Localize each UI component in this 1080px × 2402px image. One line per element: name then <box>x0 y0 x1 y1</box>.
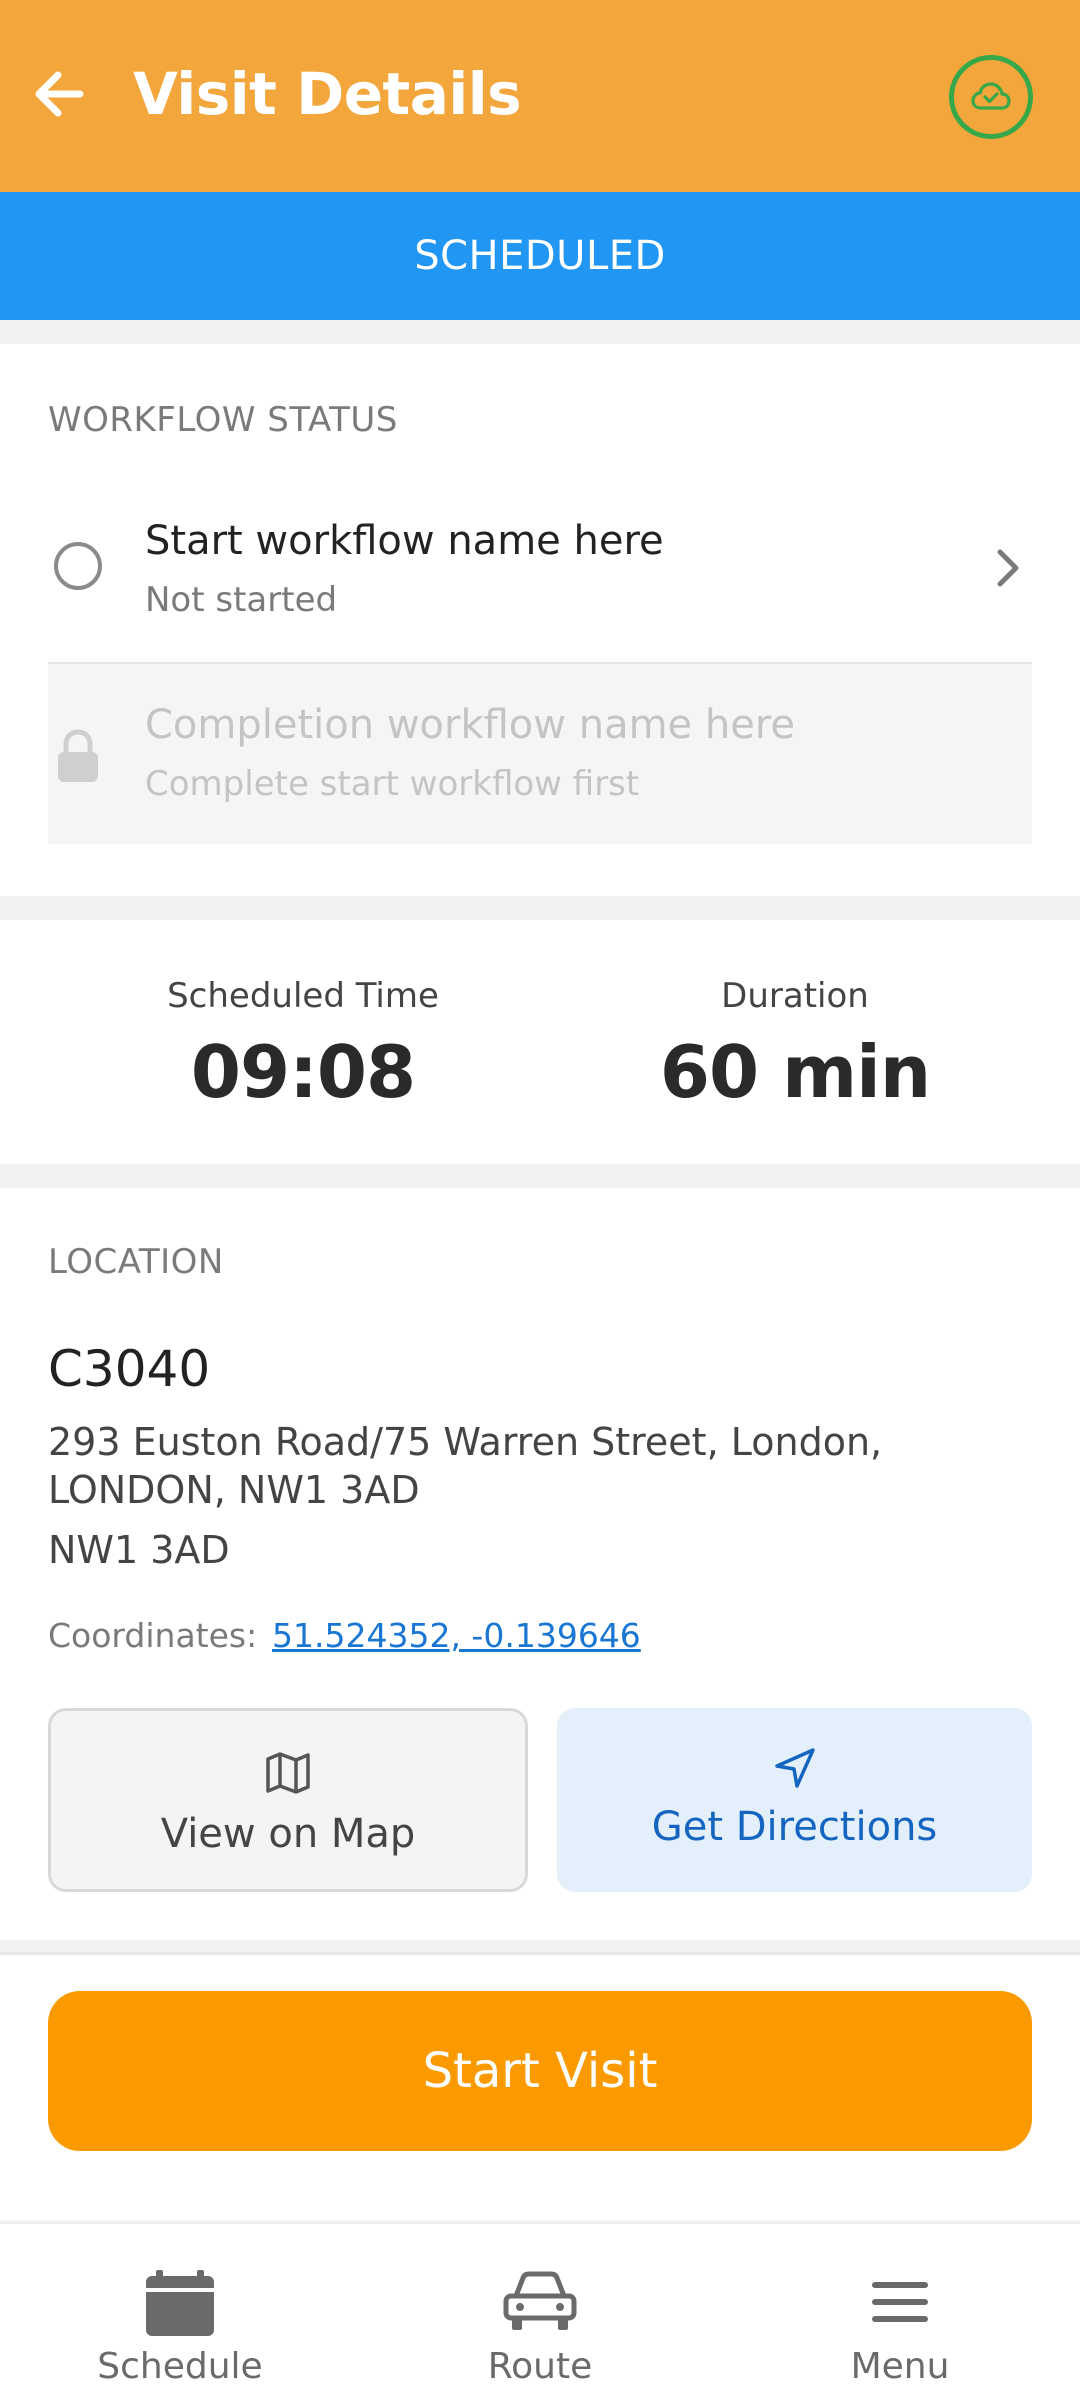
coordinates-link[interactable]: 51.524352, -0.139646 <box>272 1616 641 1655</box>
nav-item-route[interactable]: Route <box>360 2224 720 2402</box>
scheduled-time-value: 09:08 <box>190 1030 416 1114</box>
navigation-arrow-icon <box>774 1748 815 1788</box>
scheduled-time: Scheduled Time 09:08 <box>33 976 573 1114</box>
completion-workflow-status: Complete start workflow first <box>145 764 640 804</box>
location-card: LOCATION C3040 293 Euston Road/75 Warren… <box>0 1188 1080 1940</box>
location-code: C3040 <box>48 1340 211 1398</box>
menu-icon <box>872 2282 928 2322</box>
cloud-check-icon <box>971 82 1011 110</box>
get-directions-label: Get Directions <box>651 1804 938 1850</box>
page-title: Visit Details <box>133 60 522 128</box>
arrow-left-icon <box>35 71 84 117</box>
app-bar: Visit Details <box>0 0 1080 192</box>
workflow-radio <box>54 542 102 590</box>
location-address: 293 Euston Road/75 Warren Street, London… <box>48 1420 883 1512</box>
coordinates-label: Coordinates: <box>48 1616 258 1655</box>
start-visit-button[interactable]: Start Visit <box>48 1991 1032 2151</box>
nav-label-menu: Menu <box>850 2346 950 2387</box>
bottom-navigation: Schedule Route Menu <box>0 2222 1080 2402</box>
workflow-status-card: WORKFLOW STATUS Start workflow name here… <box>0 344 1080 896</box>
visit-status-banner: SCHEDULED <box>0 192 1080 320</box>
calendar-icon <box>146 2270 214 2336</box>
completion-workflow-title: Completion workflow name here <box>145 702 795 748</box>
start-visit-area: Start Visit <box>0 1952 1080 2220</box>
duration-label: Duration <box>721 976 869 1016</box>
sync-status-button[interactable] <box>949 55 1033 139</box>
scheduled-time-label: Scheduled Time <box>167 976 439 1016</box>
lock-icon <box>58 729 98 782</box>
duration-value: 60 min <box>659 1030 931 1114</box>
start-workflow-title: Start workflow name here <box>145 518 664 564</box>
schedule-summary-card: Scheduled Time 09:08 Duration 60 min <box>0 920 1080 1164</box>
location-section-label: LOCATION <box>48 1242 224 1282</box>
car-icon <box>503 2271 577 2330</box>
view-on-map-button[interactable]: View on Map <box>48 1708 528 1892</box>
workflow-section-label: WORKFLOW STATUS <box>48 400 398 440</box>
back-button[interactable] <box>28 62 92 126</box>
chevron-right-icon <box>997 549 1019 587</box>
nav-item-menu[interactable]: Menu <box>720 2224 1080 2402</box>
start-workflow-row[interactable]: Start workflow name here Not started <box>48 504 1032 634</box>
completion-workflow-row: Completion workflow name here Complete s… <box>48 662 1032 844</box>
nav-item-schedule[interactable]: Schedule <box>0 2224 360 2402</box>
get-directions-button[interactable]: Get Directions <box>557 1708 1032 1892</box>
start-workflow-status: Not started <box>145 580 338 620</box>
location-postcode: NW1 3AD <box>48 1528 230 1572</box>
nav-label-schedule: Schedule <box>97 2346 263 2387</box>
duration: Duration 60 min <box>525 976 1065 1114</box>
nav-label-route: Route <box>487 2346 593 2387</box>
view-on-map-label: View on Map <box>160 1811 416 1857</box>
map-icon <box>266 1752 310 1794</box>
